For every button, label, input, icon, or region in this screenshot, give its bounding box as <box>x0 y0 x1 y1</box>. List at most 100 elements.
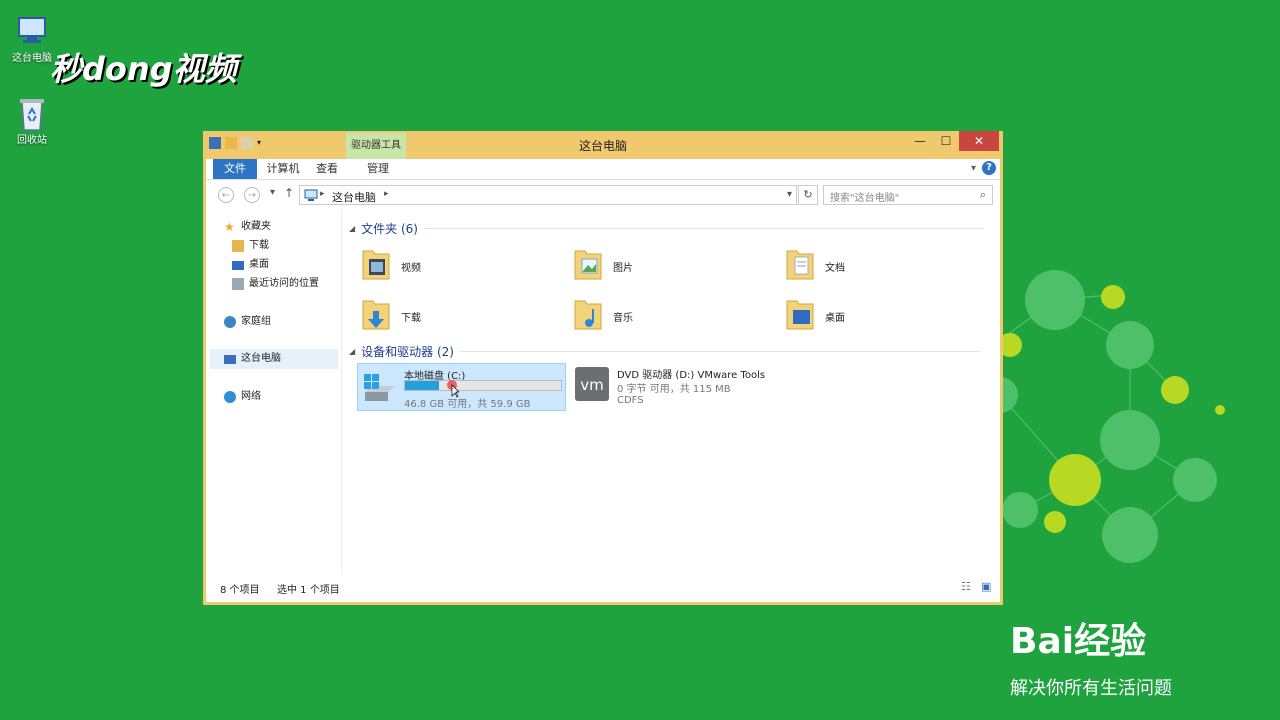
ribbon-tabs: 文件 计算机 查看 管理 ▾ ? <box>206 159 1000 180</box>
star-icon: ★ <box>224 220 235 234</box>
network-icon <box>224 391 236 403</box>
forward-button[interactable]: → <box>244 187 260 203</box>
nav-item-label: 这台电脑 <box>241 353 281 364</box>
window-title: 这台电脑 <box>578 139 627 153</box>
selection-count: 选中 1 个项目 <box>277 585 340 596</box>
tab-computer[interactable]: 计算机 <box>261 159 305 179</box>
nav-item-label: 下载 <box>249 240 269 251</box>
section-divider <box>459 351 980 352</box>
section-title: 设备和驱动器 (2) <box>361 345 454 359</box>
folder-pictures[interactable]: 图片 <box>573 243 773 287</box>
expand-ribbon-icon[interactable]: ▾ <box>971 163 976 174</box>
folder-name: 文档 <box>825 263 845 274</box>
large-icons-view-icon[interactable]: ▣ <box>981 580 991 593</box>
nav-item-favorites[interactable]: ★ 收藏夹 <box>224 218 271 236</box>
explorer-window: ▾ 驱动器工具 这台电脑 — ☐ ✕ 文件 计算机 查看 管理 ▾ ? ← → … <box>203 131 1003 605</box>
nav-item-label: 收藏夹 <box>241 221 271 232</box>
music-folder-icon <box>574 300 602 330</box>
search-placeholder: 搜索"这台电脑" <box>830 193 900 204</box>
downloads-folder-icon <box>362 300 390 330</box>
drive-name: DVD 驱动器 (D:) VMware Tools <box>617 370 766 381</box>
breadcrumb[interactable]: 这台电脑 <box>332 189 376 205</box>
status-bar: 8 个项目 选中 1 个项目 ☷ ▣ <box>206 573 1000 602</box>
folder-name: 音乐 <box>613 313 633 324</box>
drive-local-disk-c[interactable]: 本地磁盘 (C:) 46.8 GB 可用，共 59.9 GB <box>357 363 566 411</box>
help-icon[interactable]: ? <box>982 161 996 175</box>
baidu-jingyan-watermark: Bai经验 解决你所有生活问题 <box>1010 620 1172 700</box>
back-button[interactable]: ← <box>218 187 234 203</box>
address-bar[interactable]: ▸ 这台电脑 ▸ ▾ <box>299 185 797 205</box>
drive-usage-bar <box>404 380 562 391</box>
pictures-folder-icon <box>574 250 602 280</box>
nav-item-homegroup[interactable]: 家庭组 <box>224 313 271 331</box>
folder-downloads[interactable]: 下载 <box>361 293 561 337</box>
nav-item-recent-places[interactable]: 最近访问的位置 <box>232 275 319 293</box>
miaodong-watermark: 秒dong视频 <box>50 50 237 88</box>
computer-icon <box>224 354 236 364</box>
close-button[interactable]: ✕ <box>959 131 999 151</box>
drive-usage-fill <box>405 381 440 390</box>
folder-desktop[interactable]: 桌面 <box>785 293 985 337</box>
nav-item-label: 桌面 <box>249 259 269 270</box>
nav-item-this-pc[interactable]: 这台电脑 <box>224 350 281 368</box>
folder-videos[interactable]: 视频 <box>361 243 561 287</box>
chevron-down-icon[interactable]: ▾ <box>787 189 792 200</box>
minimize-button[interactable]: — <box>907 131 933 151</box>
documents-folder-icon <box>786 250 814 280</box>
download-folder-icon <box>232 240 244 252</box>
collapse-arrow-icon: ◢ <box>349 347 356 356</box>
up-button[interactable]: ↑ <box>284 186 294 200</box>
cursor-icon <box>447 380 459 398</box>
folder-music[interactable]: 音乐 <box>573 293 773 337</box>
drive-free-space: 46.8 GB 可用，共 59.9 GB <box>404 399 531 410</box>
nav-item-label: 最近访问的位置 <box>249 278 319 289</box>
folder-name: 视频 <box>401 263 421 274</box>
folder-name: 图片 <box>613 263 633 274</box>
folder-name: 下载 <box>401 313 421 324</box>
recycle-bin-icon <box>16 96 48 131</box>
svg-text:vm: vm <box>580 376 604 394</box>
tab-file[interactable]: 文件 <box>213 159 257 179</box>
drive-dvd-d[interactable]: vm DVD 驱动器 (D:) VMware Tools 0 字节 可用，共 1… <box>571 363 801 411</box>
desktop-icon <box>232 260 244 270</box>
chevron-right-icon[interactable]: ▸ <box>384 189 389 199</box>
desktop-icon-label: 回收站 <box>17 135 47 146</box>
navigation-pane: ★ 收藏夹 下载 桌面 最近访问的位置 家庭组 这台电脑 网络 <box>206 210 342 573</box>
baidu-slogan: 解决你所有生活问题 <box>1010 678 1172 699</box>
tab-manage[interactable]: 管理 <box>352 159 404 179</box>
desktop-folder-icon <box>786 300 814 330</box>
ribbon-right-controls: ▾ ? <box>971 161 996 175</box>
nav-item-label: 网络 <box>241 391 261 402</box>
nav-item-desktop[interactable]: 桌面 <box>232 256 269 274</box>
section-title: 文件夹 (6) <box>361 222 418 236</box>
search-input[interactable]: 搜索"这台电脑" ⌕ <box>823 185 993 205</box>
title-bar: ▾ 驱动器工具 这台电脑 — ☐ ✕ <box>203 131 1003 159</box>
hard-drive-icon <box>364 374 395 401</box>
maximize-button[interactable]: ☐ <box>933 131 959 151</box>
details-view-icon[interactable]: ☷ <box>961 580 971 593</box>
collapse-arrow-icon: ◢ <box>349 224 356 233</box>
drive-free-space: 0 字节 可用，共 115 MB <box>617 384 731 395</box>
desktop-icon-recycle-bin[interactable]: 回收站 <box>2 96 62 146</box>
decorative-network <box>982 270 1225 563</box>
folders-section-header[interactable]: ◢ 文件夹 (6) <box>349 220 984 237</box>
chevron-right-icon: ▸ <box>320 189 325 199</box>
devices-section-header[interactable]: ◢ 设备和驱动器 (2) <box>349 343 980 360</box>
homegroup-icon <box>224 316 236 328</box>
content-pane: ◢ 文件夹 (6) 视频 图片 文档 下载 音乐 桌面 ◢ 设备和驱动器 (2)… <box>341 210 1000 573</box>
folder-documents[interactable]: 文档 <box>785 243 985 287</box>
refresh-button[interactable]: ↻ <box>798 185 818 205</box>
dropdown-recent-icon[interactable]: ▾ <box>270 187 275 198</box>
section-divider <box>423 228 984 229</box>
computer-icon <box>16 14 48 46</box>
nav-item-label: 家庭组 <box>241 316 271 327</box>
tab-view[interactable]: 查看 <box>307 159 347 179</box>
recent-places-icon <box>232 278 244 290</box>
explorer-body: ★ 收藏夹 下载 桌面 最近访问的位置 家庭组 这台电脑 网络 ◢ 文件夹 (6… <box>206 210 1000 573</box>
window-controls: — ☐ ✕ <box>907 131 999 151</box>
nav-item-network[interactable]: 网络 <box>224 388 261 406</box>
nav-item-downloads[interactable]: 下载 <box>232 237 269 255</box>
vmware-icon: vm <box>575 367 609 401</box>
address-row: ← → ▾ ↑ ▸ 这台电脑 ▸ ▾ ↻ 搜索"这台电脑" ⌕ <box>206 180 1000 210</box>
search-icon: ⌕ <box>979 188 986 201</box>
